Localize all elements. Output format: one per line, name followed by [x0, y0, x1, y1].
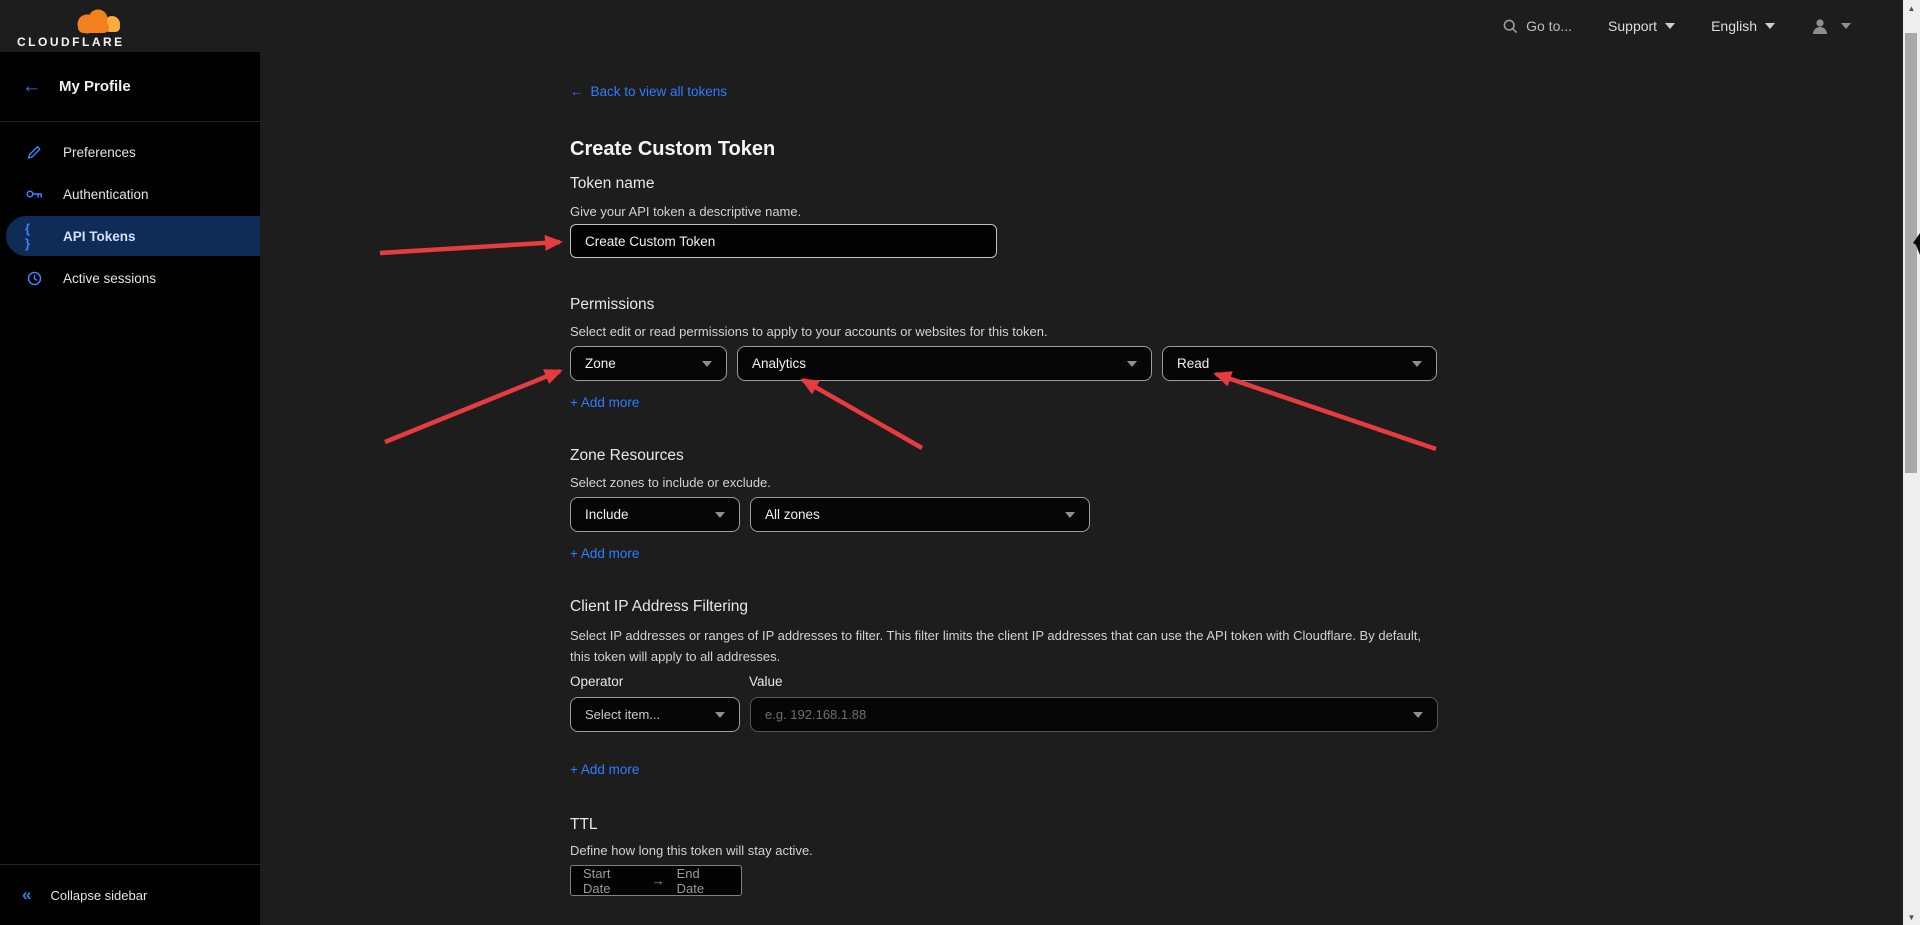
zone-resources-heading: Zone Resources: [570, 446, 1440, 466]
chevron-down-icon: [1065, 512, 1075, 518]
permission-scope-value: Zone: [585, 356, 616, 371]
permission-category-select[interactable]: Analytics: [737, 346, 1152, 381]
page-title: Create Custom Token: [570, 136, 1440, 162]
sidebar: ← My Profile Preferences Authentication: [0, 52, 260, 925]
ip-filtering-labels: Operator Value: [570, 673, 1440, 691]
arrow-to-token-input: [380, 242, 560, 253]
scrollbar-thumb[interactable]: [1905, 33, 1917, 473]
ip-operator-label: Operator: [570, 673, 749, 691]
back-link-label: Back to view all tokens: [591, 84, 728, 99]
arrow-right-icon: →: [652, 873, 665, 888]
permission-access-select[interactable]: Read: [1162, 346, 1437, 381]
permission-access-value: Read: [1177, 356, 1209, 371]
ip-value-label: Value: [749, 673, 783, 691]
cloudflare-wordmark: CLOUDFLARE: [17, 35, 125, 49]
token-name-input[interactable]: [570, 224, 997, 258]
arrow-to-zone-select: [385, 371, 560, 442]
ip-filtering-row: Select item... e.g. 192.168.1.88: [570, 697, 1440, 732]
zone-operator-value: Include: [585, 507, 629, 522]
zone-target-value: All zones: [765, 507, 820, 522]
permission-category-value: Analytics: [752, 356, 806, 371]
collapse-sidebar-button[interactable]: « Collapse sidebar: [0, 864, 260, 925]
ip-filtering-heading: Client IP Address Filtering: [570, 597, 1440, 617]
create-token-page: ← Back to view all tokens Create Custom …: [570, 52, 1440, 896]
chevron-down-icon: [1127, 361, 1137, 367]
ip-filtering-add-more-link[interactable]: + Add more: [570, 761, 639, 779]
collapse-sidebar-label: Collapse sidebar: [50, 888, 147, 903]
goto-search[interactable]: Go to...: [1503, 18, 1572, 34]
sidebar-item-label: API Tokens: [63, 229, 136, 244]
ip-operator-select[interactable]: Select item...: [570, 697, 740, 732]
account-menu[interactable]: [1811, 18, 1851, 35]
search-icon: [1503, 19, 1518, 34]
ttl-date-range-picker[interactable]: Start Date → End Date: [570, 865, 742, 896]
permission-scope-select[interactable]: Zone: [570, 346, 727, 381]
chevron-down-icon: [1665, 23, 1675, 29]
braces-icon: { }: [25, 221, 43, 251]
ip-value-placeholder: e.g. 192.168.1.88: [765, 707, 866, 722]
permissions-heading: Permissions: [570, 295, 1440, 315]
back-to-tokens-link[interactable]: ← Back to view all tokens: [570, 82, 727, 100]
top-bar: CLOUDFLARE Go to... Support English: [0, 0, 1903, 52]
ttl-start-date-placeholder: Start Date: [583, 866, 640, 896]
token-name-label: Token name: [570, 174, 1440, 194]
sidebar-title: My Profile: [59, 78, 131, 95]
ttl-end-date-placeholder: End Date: [677, 866, 729, 896]
chevron-down-icon: [715, 712, 725, 718]
zone-resources-description: Select zones to include or exclude.: [570, 474, 1440, 492]
permissions-row: Zone Analytics Read: [570, 346, 1440, 381]
chevron-down-icon: [715, 512, 725, 518]
ip-value-combobox[interactable]: e.g. 192.168.1.88: [750, 697, 1438, 732]
collapse-chevrons-icon: «: [22, 885, 31, 905]
language-label: English: [1711, 18, 1757, 34]
ttl-heading: TTL: [570, 815, 1440, 835]
chevron-down-icon: [1412, 361, 1422, 367]
chevron-down-icon: [1413, 712, 1423, 718]
sidebar-back-my-profile[interactable]: ← My Profile: [0, 52, 260, 122]
chevron-down-icon: [1765, 23, 1775, 29]
scrollbar-up-arrow[interactable]: ▲: [1903, 0, 1920, 16]
support-label: Support: [1608, 18, 1657, 34]
permissions-add-more-link[interactable]: + Add more: [570, 394, 639, 412]
sidebar-item-label: Active sessions: [63, 271, 156, 286]
sidebar-item-label: Preferences: [63, 145, 136, 160]
token-name-description: Give your API token a descriptive name.: [570, 203, 1440, 221]
scrollbar-down-arrow[interactable]: ▼: [1903, 909, 1920, 925]
key-icon: [25, 188, 43, 200]
chevron-down-icon: [1841, 23, 1851, 29]
permissions-description: Select edit or read permissions to apply…: [570, 323, 1440, 341]
sidebar-item-api-tokens[interactable]: { } API Tokens: [6, 216, 260, 256]
zone-resources-row: Include All zones: [570, 497, 1440, 532]
zone-resources-add-more-link[interactable]: + Add more: [570, 545, 639, 563]
ttl-description: Define how long this token will stay act…: [570, 842, 1440, 860]
back-arrow-icon: ←: [570, 84, 584, 99]
chevron-down-icon: [702, 361, 712, 367]
cloudflare-cloud-icon: [72, 7, 124, 37]
page-scrollbar: ▲ ▼: [1903, 0, 1920, 925]
pencil-icon: [25, 145, 43, 160]
zone-operator-select[interactable]: Include: [570, 497, 740, 532]
sidebar-item-preferences[interactable]: Preferences: [0, 131, 260, 173]
ip-operator-placeholder: Select item...: [585, 707, 660, 722]
sidebar-item-active-sessions[interactable]: Active sessions: [0, 257, 260, 299]
sidebar-item-authentication[interactable]: Authentication: [0, 173, 260, 215]
support-menu[interactable]: Support: [1608, 18, 1675, 34]
clock-icon: [25, 271, 43, 286]
user-avatar-icon: [1811, 18, 1829, 35]
language-menu[interactable]: English: [1711, 18, 1775, 34]
cloudflare-logo[interactable]: CLOUDFLARE: [16, 4, 126, 50]
sidebar-item-label: Authentication: [63, 187, 149, 202]
back-arrow-icon: ←: [22, 76, 41, 98]
goto-label: Go to...: [1526, 18, 1572, 34]
zone-target-select[interactable]: All zones: [750, 497, 1090, 532]
ip-filtering-description: Select IP addresses or ranges of IP addr…: [570, 625, 1440, 667]
